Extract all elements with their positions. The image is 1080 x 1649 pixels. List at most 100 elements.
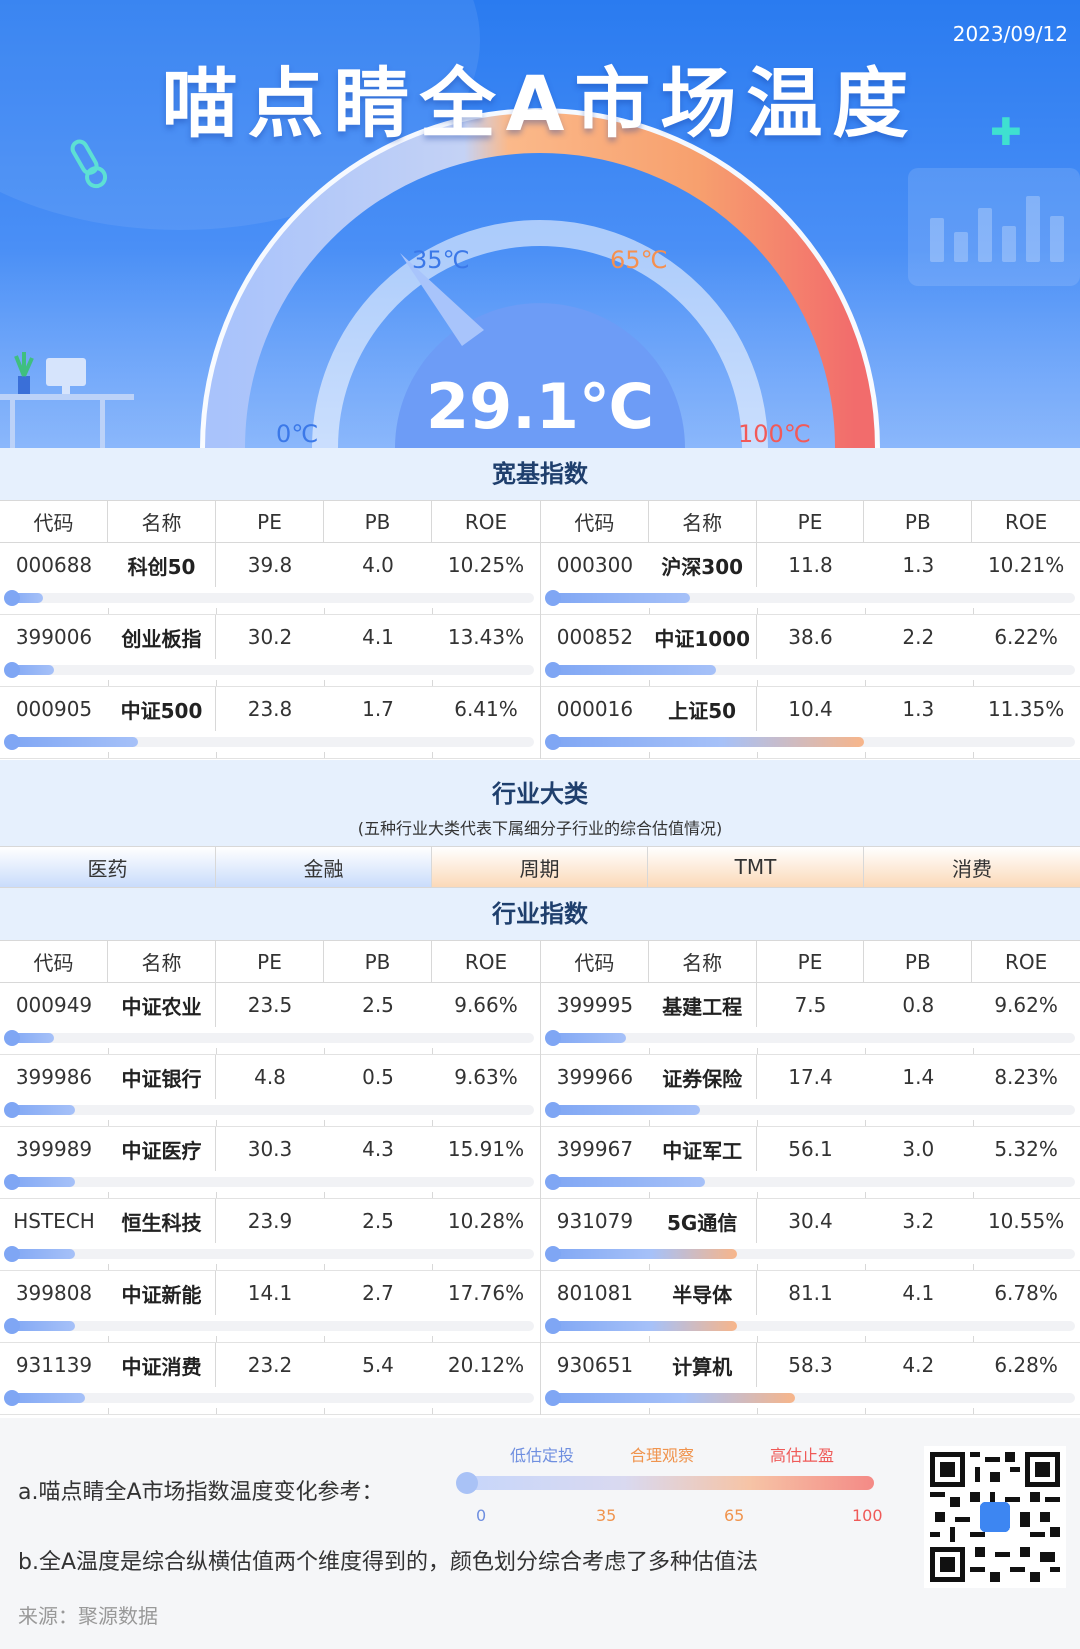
qr-code-icon[interactable]: [924, 1446, 1066, 1588]
valuation-level-track: [545, 662, 1075, 678]
valuation-level-knob: [4, 1318, 20, 1334]
table-row[interactable]: 000016 上证50 10.4 1.3 11.35%: [541, 687, 1080, 759]
legend-label-mid: 合理观察: [630, 1446, 695, 1465]
valuation-level-track: [4, 1030, 534, 1046]
row-values: 000688 科创50 39.8 4.0 10.25%: [0, 543, 540, 587]
cell-name: 恒生科技: [108, 1199, 216, 1243]
row-values: 000016 上证50 10.4 1.3 11.35%: [541, 687, 1080, 731]
cell-roe: 9.62%: [994, 993, 1058, 1017]
table-left-half: 代码 名称 PE PB ROE 000949 中证农业 23.5 2.5 9.66% 399986 中…: [0, 941, 540, 1415]
cell-pe: 39.8: [247, 553, 293, 577]
column-tick: [973, 752, 974, 758]
column-tick: [216, 1408, 217, 1414]
row-values: 000905 中证500 23.8 1.7 6.41%: [0, 687, 540, 731]
footer: a.喵点睛全A市场指数温度变化参考： b.全A温度是综合纵横估值两个维度得到的，…: [0, 1418, 1080, 1649]
note-a: a.喵点睛全A市场指数温度变化参考：: [18, 1480, 384, 1505]
category-tab-finance[interactable]: 金融: [216, 847, 432, 887]
table-row[interactable]: 801081 半导体 81.1 4.1 6.78%: [541, 1271, 1080, 1343]
table-row[interactable]: HSTECH 恒生科技 23.9 2.5 10.28%: [0, 1199, 540, 1271]
valuation-level-track: [545, 1174, 1075, 1190]
cell-pe: 23.5: [247, 993, 293, 1017]
hero-header: ✚ 2023/09/12 喵点睛全A市场温度 0℃ 35℃ 65℃ 100℃ 2…: [0, 0, 1080, 448]
column-tick: [973, 1264, 974, 1270]
table-row[interactable]: 399006 创业板指 30.2 4.1 13.43%: [0, 615, 540, 687]
valuation-level-track: [4, 734, 534, 750]
note-b: b.全A温度是综合纵横估值两个维度得到的，颜色划分综合考虑了多种估值法: [18, 1550, 759, 1575]
category-tab-tmt[interactable]: TMT: [648, 847, 864, 887]
cell-code: 399006: [15, 625, 93, 649]
table-row[interactable]: 399986 中证银行 4.8 0.5 9.63%: [0, 1055, 540, 1127]
table-row[interactable]: 000300 沪深300 11.8 1.3 10.21%: [541, 543, 1080, 615]
cell-pb: 3.0: [902, 1137, 935, 1161]
column-tick: [757, 1120, 758, 1126]
cell-roe: 6.28%: [994, 1353, 1058, 1377]
cell-code: 931079: [556, 1209, 634, 1233]
column-header: 代码: [541, 941, 649, 982]
valuation-level-track: [4, 1102, 534, 1118]
category-tab-cyclical[interactable]: 周期: [432, 847, 648, 887]
broad-index-table: 代码 名称 PE PB ROE 000688 科创50 39.8 4.0 10.25% 399006…: [0, 500, 1080, 760]
industry-index-table: 代码 名称 PE PB ROE 000949 中证农业 23.5 2.5 9.66% 399986 中…: [0, 940, 1080, 1416]
column-tick: [324, 1264, 325, 1270]
cell-pe: 4.8: [254, 1065, 286, 1089]
cell-code: 000852: [556, 625, 634, 649]
cell-pe: 30.2: [247, 625, 293, 649]
table-row[interactable]: 000949 中证农业 23.5 2.5 9.66%: [0, 983, 540, 1055]
valuation-level-knob: [545, 1102, 561, 1118]
cell-code: 931139: [15, 1353, 93, 1377]
category-tab-consumer[interactable]: 消费: [864, 847, 1080, 887]
column-tick: [757, 752, 758, 758]
column-header: 名称: [649, 501, 757, 542]
cell-name: 中证农业: [108, 983, 216, 1027]
column-tick: [865, 1264, 866, 1270]
valuation-level-fill: [547, 1177, 706, 1187]
cell-name: 半导体: [649, 1271, 757, 1315]
column-tick: [216, 680, 217, 686]
table-row[interactable]: 399966 证券保险 17.4 1.4 8.23%: [541, 1055, 1080, 1127]
cell-roe: 9.63%: [454, 1065, 518, 1089]
valuation-level-knob: [4, 1102, 20, 1118]
valuation-level-track: [545, 1390, 1075, 1406]
valuation-level-knob: [545, 1246, 561, 1262]
row-values: 930651 计算机 58.3 4.2 6.28%: [541, 1343, 1080, 1387]
column-header: PB: [324, 501, 432, 542]
valuation-level-fill: [547, 737, 864, 747]
column-tick: [757, 608, 758, 614]
cell-roe: 10.25%: [447, 553, 525, 577]
cell-code: 801081: [556, 1281, 634, 1305]
cell-pb: 2.5: [362, 993, 394, 1017]
row-values: 000949 中证农业 23.5 2.5 9.66%: [0, 983, 540, 1027]
table-row[interactable]: 931139 中证消费 23.2 5.4 20.12%: [0, 1343, 540, 1415]
column-tick: [216, 1192, 217, 1198]
table-row[interactable]: 399967 中证军工 56.1 3.0 5.32%: [541, 1127, 1080, 1199]
column-header: PB: [864, 501, 973, 542]
category-tab-pharma[interactable]: 医药: [0, 847, 216, 887]
table-row[interactable]: 399995 基建工程 7.5 0.8 9.62%: [541, 983, 1080, 1055]
column-tick: [757, 1336, 758, 1342]
table-row[interactable]: 931079 5G通信 30.4 3.2 10.55%: [541, 1199, 1080, 1271]
cell-roe: 13.43%: [447, 625, 525, 649]
table-row[interactable]: 000905 中证500 23.8 1.7 6.41%: [0, 687, 540, 759]
legend-tick-100: 100: [852, 1506, 883, 1525]
column-tick: [324, 1120, 325, 1126]
valuation-level-knob: [545, 1030, 561, 1046]
column-tick: [973, 1048, 974, 1054]
column-header: 代码: [0, 501, 108, 542]
column-header: PB: [864, 941, 973, 982]
column-tick: [108, 680, 109, 686]
table-row[interactable]: 399989 中证医疗 30.3 4.3 15.91%: [0, 1127, 540, 1199]
cell-roe: 6.22%: [994, 625, 1058, 649]
table-row[interactable]: 000852 中证1000 38.6 2.2 6.22%: [541, 615, 1080, 687]
valuation-level-track: [4, 590, 534, 606]
cell-code: 930651: [556, 1353, 634, 1377]
cell-pb: 4.0: [362, 553, 394, 577]
column-tick: [973, 608, 974, 614]
cell-name: 5G通信: [649, 1199, 757, 1243]
table-row[interactable]: 000688 科创50 39.8 4.0 10.25%: [0, 543, 540, 615]
column-tick: [108, 1264, 109, 1270]
table-row[interactable]: 930651 计算机 58.3 4.2 6.28%: [541, 1343, 1080, 1415]
table-row[interactable]: 399808 中证新能 14.1 2.7 17.76%: [0, 1271, 540, 1343]
column-tick: [649, 1120, 650, 1126]
cell-name: 计算机: [649, 1343, 757, 1387]
cell-pb: 1.4: [902, 1065, 935, 1089]
